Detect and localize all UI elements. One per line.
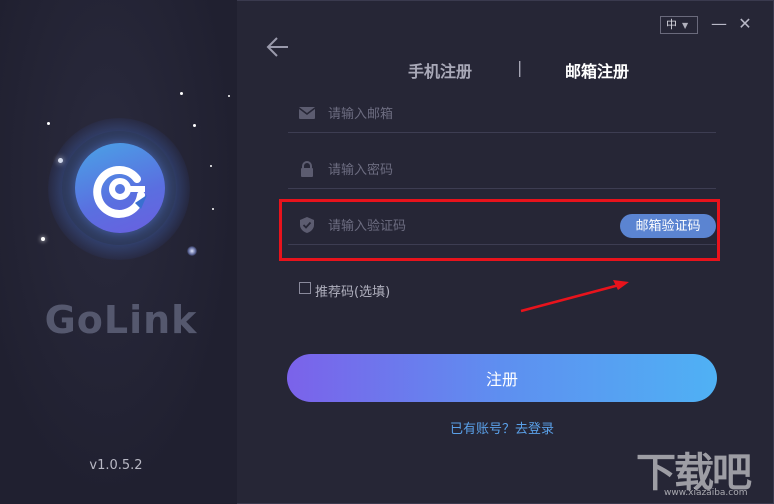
back-arrow-icon[interactable] <box>265 34 293 62</box>
app-window: GoLink v1.0.5.2 中 ▼ — ✕ 手机注册 | 邮箱注册 请输入邮… <box>0 0 774 504</box>
register-panel: 中 ▼ — ✕ 手机注册 | 邮箱注册 请输入邮箱 请输入验证码 邮箱验证码 推… <box>237 0 774 504</box>
referral-checkbox[interactable] <box>299 282 311 294</box>
mail-icon <box>298 104 316 122</box>
email-field <box>288 96 716 133</box>
brand-panel: GoLink v1.0.5.2 <box>0 0 237 504</box>
tab-separator: | <box>517 58 523 77</box>
brand-name: GoLink <box>44 298 198 342</box>
tab-phone-register[interactable]: 手机注册 <box>408 58 472 82</box>
referral-label: 推荐码(选填) <box>315 285 391 300</box>
language-value: 中 <box>666 18 677 31</box>
email-input[interactable] <box>326 100 600 128</box>
golink-logo-icon <box>75 143 165 233</box>
annotation-arrow-icon <box>520 280 629 313</box>
password-input[interactable] <box>326 156 600 184</box>
close-button[interactable]: ✕ <box>736 14 754 34</box>
chevron-down-icon: ▼ <box>682 21 689 30</box>
star-decoration <box>212 208 214 210</box>
star-decoration <box>187 246 197 256</box>
minimize-button[interactable]: — <box>710 14 728 34</box>
watermark-url-text: www.xiazaiba.com <box>664 488 748 498</box>
star-decoration <box>41 237 45 241</box>
tab-email-register[interactable]: 邮箱注册 <box>565 58 629 82</box>
password-field <box>288 152 716 189</box>
star-decoration <box>228 95 230 97</box>
version-label: v1.0.5.2 <box>89 458 143 473</box>
star-decoration <box>180 92 183 95</box>
login-link[interactable]: 已有账号？去登录 <box>237 418 767 437</box>
register-submit-button[interactable]: 注册 <box>287 354 717 402</box>
star-decoration <box>210 165 212 167</box>
language-select[interactable]: 中 ▼ <box>660 16 698 34</box>
highlight-annotation-box <box>279 199 720 261</box>
star-decoration <box>193 124 196 127</box>
star-decoration <box>47 122 50 125</box>
lock-icon <box>298 160 316 178</box>
site-watermark-logo: 下载吧 www.xiazaiba.com <box>630 440 770 500</box>
